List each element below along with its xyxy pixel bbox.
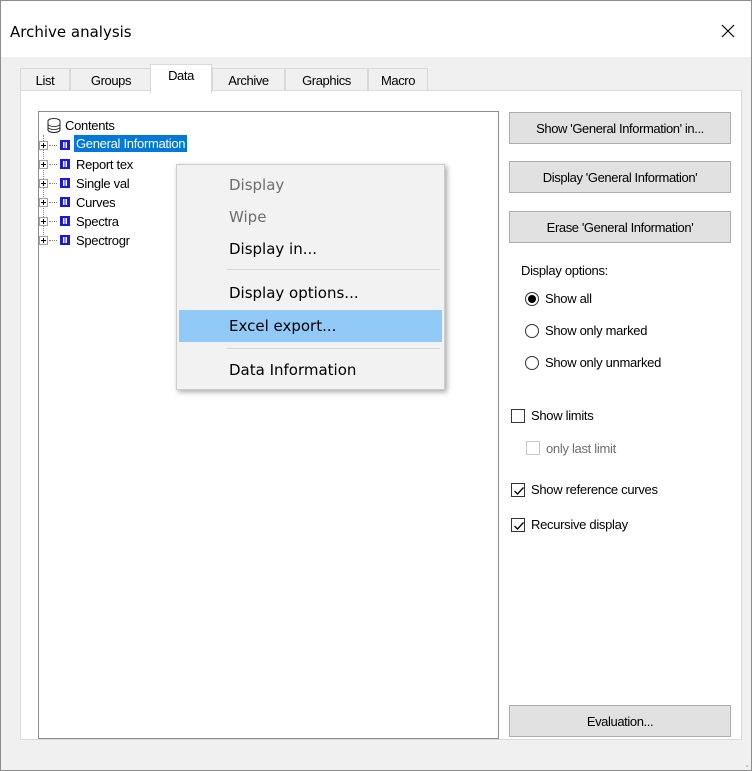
show-reference-curves-label[interactable]: Show reference curves [531, 482, 658, 497]
erase-button[interactable]: Erase 'General Information' [509, 211, 731, 243]
menu-item-display-options[interactable]: Display options... [179, 277, 442, 309]
data-node-icon [60, 197, 70, 207]
tab-archive[interactable]: Archive [212, 68, 285, 92]
tree-branch [49, 164, 57, 165]
radio-show-only-marked-label[interactable]: Show only marked [545, 323, 647, 338]
tree-branch [49, 221, 57, 222]
tree-root-label: Contents [65, 118, 115, 133]
tree-branch [49, 145, 57, 146]
resize-grip-icon[interactable] [739, 758, 749, 768]
data-node-icon [60, 159, 70, 169]
menu-item-excel-export[interactable]: Excel export... [179, 310, 442, 342]
show-reference-curves-checkbox[interactable] [511, 483, 525, 497]
tab-groups[interactable]: Groups [70, 68, 152, 92]
only-last-limit-label: only last limit [546, 441, 616, 456]
archive-analysis-window: Archive analysis List Groups Data Archiv… [0, 0, 752, 771]
tab-graphics[interactable]: Graphics [285, 68, 368, 92]
menu-separator [227, 348, 440, 349]
radio-show-only-unmarked-label[interactable]: Show only unmarked [545, 355, 661, 370]
menu-item-display[interactable]: Display [179, 169, 442, 201]
checkmark-icon [514, 522, 524, 530]
checkmark-icon [514, 487, 524, 495]
show-in-button[interactable]: Show 'General Information' in... [509, 112, 731, 144]
close-icon [721, 24, 735, 38]
expand-icon[interactable] [39, 179, 48, 188]
radio-show-only-unmarked[interactable] [525, 356, 539, 370]
expand-icon[interactable] [39, 198, 48, 207]
radio-show-all[interactable] [525, 292, 539, 306]
tree-node-general-information[interactable]: General Information [39, 135, 289, 155]
tree-branch [49, 240, 57, 241]
tree-node-label: Report tex [76, 157, 133, 172]
tree-node-label: Single val [76, 176, 130, 191]
data-node-icon [60, 178, 70, 188]
tree-branch [49, 183, 57, 184]
data-node-icon [60, 216, 70, 226]
database-icon [47, 118, 61, 133]
only-last-limit-checkbox[interactable] [526, 441, 540, 455]
menu-item-wipe[interactable]: Wipe [179, 201, 442, 233]
window-title: Archive analysis [10, 23, 132, 41]
expand-icon[interactable] [39, 236, 48, 245]
show-limits-checkbox[interactable] [511, 409, 525, 423]
display-options-label: Display options: [521, 263, 608, 278]
show-limits-label[interactable]: Show limits [531, 408, 594, 423]
tree-node-label: Spectra [76, 214, 119, 229]
expand-icon[interactable] [39, 160, 48, 169]
recursive-display-label[interactable]: Recursive display [531, 517, 628, 532]
data-node-icon [60, 235, 70, 245]
data-node-icon [60, 140, 70, 150]
title-bar[interactable]: Archive analysis [1, 1, 751, 57]
context-menu: Display Wipe Display in... Display optio… [176, 164, 445, 390]
menu-item-data-information[interactable]: Data Information [179, 354, 442, 386]
tab-list[interactable]: List [20, 68, 70, 92]
expand-icon[interactable] [39, 141, 48, 150]
tree-node-label: Spectrogr [76, 233, 130, 248]
tree-node-label: Curves [76, 195, 116, 210]
tree-branch [49, 202, 57, 203]
radio-show-all-label[interactable]: Show all [545, 291, 592, 306]
close-button[interactable] [705, 11, 751, 51]
menu-separator [227, 269, 440, 270]
tab-data[interactable]: Data [150, 64, 212, 93]
evaluation-button[interactable]: Evaluation... [509, 705, 731, 737]
tree-node-label: General Information [74, 135, 188, 152]
tab-macro[interactable]: Macro [368, 68, 428, 92]
radio-show-only-marked[interactable] [525, 324, 539, 338]
menu-item-display-in[interactable]: Display in... [179, 233, 442, 265]
expand-icon[interactable] [39, 217, 48, 226]
display-button[interactable]: Display 'General Information' [509, 161, 731, 193]
recursive-display-checkbox[interactable] [511, 518, 525, 532]
